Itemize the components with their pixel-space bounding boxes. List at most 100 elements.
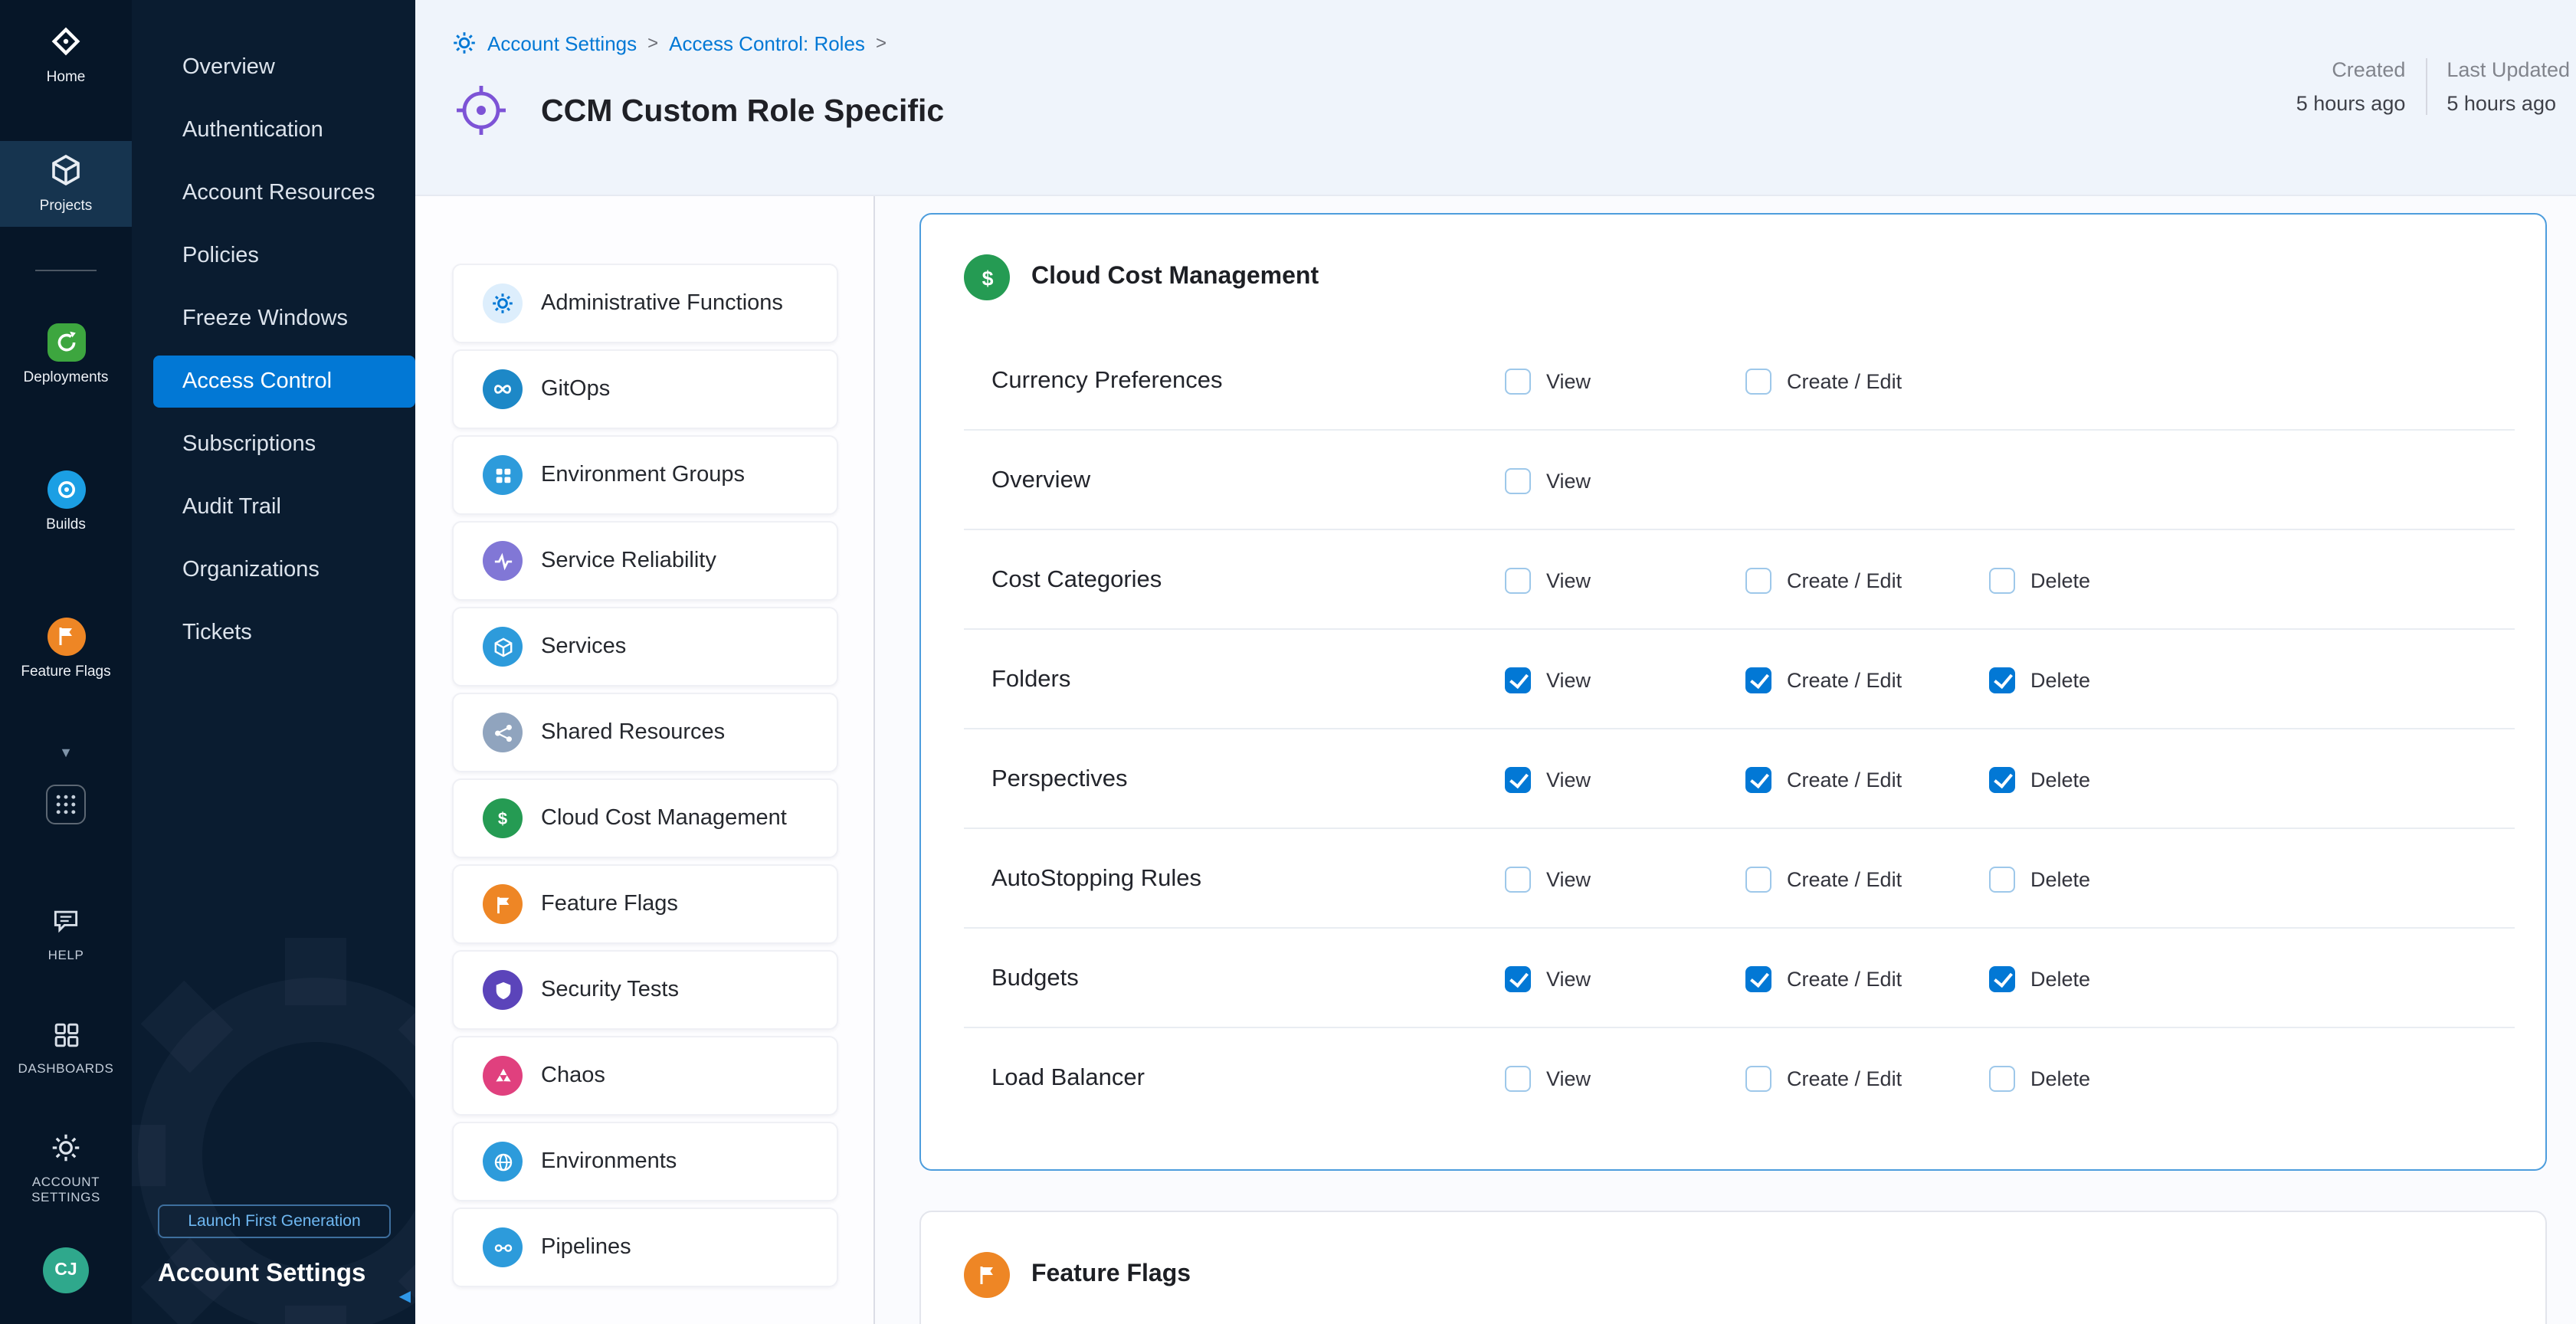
sidebar-item-policies[interactable]: Policies (132, 225, 415, 288)
delete-checkbox[interactable] (1989, 667, 2015, 693)
create-edit-checkbox[interactable] (1745, 866, 1771, 892)
module-feature-flags-label: Feature Flags (0, 664, 132, 680)
perm-label: View (1546, 768, 1591, 791)
create-edit-checkbox[interactable] (1745, 368, 1771, 394)
perm-delete: Delete (1989, 866, 2090, 892)
perm-view: View (1505, 866, 1591, 892)
account-settings-button[interactable]: ACCOUNT SETTINGS (0, 1119, 132, 1204)
perm-label: Delete (2030, 867, 2090, 890)
sidebar-item-overview[interactable]: Overview (132, 37, 415, 100)
module-feature-flags[interactable]: Feature Flags (0, 607, 132, 680)
sidebar-item-account-resources[interactable]: Account Resources (132, 162, 415, 225)
sidebar-item-organizations[interactable]: Organizations (132, 539, 415, 602)
breadcrumb-separator: > (647, 32, 658, 54)
breadcrumb-access-control-roles[interactable]: Access Control: Roles (669, 31, 865, 54)
create-edit-checkbox[interactable] (1745, 667, 1771, 693)
module-deployments[interactable]: Deployments (0, 313, 132, 386)
category-environments[interactable]: Environments (452, 1122, 838, 1201)
category-security-tests[interactable]: Security Tests (452, 950, 838, 1030)
launch-first-generation-button[interactable]: Launch First Generation (158, 1204, 391, 1238)
perm-delete: Delete (1989, 567, 2090, 593)
perm-label: Create / Edit (1787, 668, 1902, 691)
delete-checkbox[interactable] (1989, 1065, 2015, 1091)
dashboards-button[interactable]: DASHBOARDS (0, 1005, 132, 1076)
create-edit-checkbox[interactable] (1745, 1065, 1771, 1091)
resource-category-list: Administrative Functions GitOps Environm… (452, 264, 838, 1293)
module-builds[interactable]: Builds (0, 460, 132, 533)
perm-view: View (1505, 567, 1591, 593)
services-icon (483, 627, 523, 667)
sidebar-item-authentication[interactable]: Authentication (132, 100, 415, 162)
chevron-down-icon[interactable]: ▼ (0, 745, 132, 760)
help-chat-icon (0, 901, 132, 941)
create-edit-checkbox[interactable] (1745, 965, 1771, 991)
permission-row-cost-categories: Cost Categories View Create / Edit Delet… (921, 530, 2545, 630)
perm-delete: Delete (1989, 667, 2090, 693)
view-checkbox[interactable] (1505, 866, 1531, 892)
create-edit-checkbox[interactable] (1745, 567, 1771, 593)
view-checkbox[interactable] (1505, 1065, 1531, 1091)
module-projects-label: Projects (0, 198, 132, 215)
sidebar-item-access-control[interactable]: Access Control (153, 356, 415, 408)
breadcrumb-account-settings[interactable]: Account Settings (487, 31, 637, 54)
category-feature-flags[interactable]: Feature Flags (452, 864, 838, 944)
module-selector-grid-icon[interactable] (46, 785, 86, 824)
category-label: Chaos (541, 1063, 605, 1088)
perm-view: View (1505, 766, 1591, 792)
module-projects[interactable]: Projects (0, 141, 132, 227)
view-checkbox[interactable] (1505, 567, 1531, 593)
permission-row-folders: Folders View Create / Edit Delete (921, 630, 2545, 729)
perm-create-edit: Create / Edit (1745, 866, 1902, 892)
module-home-label: Home (0, 69, 132, 86)
ccm-panel-header: $ Cloud Cost Management (964, 254, 1319, 300)
delete-checkbox[interactable] (1989, 866, 2015, 892)
category-service-reliability[interactable]: Service Reliability (452, 521, 838, 601)
view-checkbox[interactable] (1505, 667, 1531, 693)
permission-rows: Currency Preferences View Create / Edit … (921, 331, 2545, 1128)
view-checkbox[interactable] (1505, 766, 1531, 792)
perm-create-edit: Create / Edit (1745, 965, 1902, 991)
help-button[interactable]: HELP (0, 892, 132, 962)
category-chaos[interactable]: Chaos (452, 1036, 838, 1116)
category-shared-resources[interactable]: Shared Resources (452, 693, 838, 772)
cloud-cost-management-panel-icon: $ (964, 254, 1010, 300)
perm-create-edit: Create / Edit (1745, 368, 1902, 394)
environment-groups-icon (483, 455, 523, 495)
category-label: Cloud Cost Management (541, 806, 787, 831)
user-avatar[interactable]: CJ (43, 1247, 89, 1293)
feature-flags-panel-header: Feature Flags (964, 1252, 1191, 1298)
module-home[interactable]: Home (0, 12, 132, 86)
cloud-cost-management-icon: $ (483, 798, 523, 838)
view-checkbox[interactable] (1505, 368, 1531, 394)
view-checkbox[interactable] (1505, 467, 1531, 493)
category-environment-groups[interactable]: Environment Groups (452, 435, 838, 515)
created-value: 5 hours ago (2296, 92, 2406, 115)
last-updated-value: 5 hours ago (2447, 92, 2570, 115)
category-administrative-functions[interactable]: Administrative Functions (452, 264, 838, 343)
category-pipelines[interactable]: Pipelines (452, 1208, 838, 1287)
delete-checkbox[interactable] (1989, 965, 2015, 991)
pipelines-icon (483, 1227, 523, 1267)
category-label: Environment Groups (541, 463, 745, 487)
feature-flags-icon (0, 616, 132, 656)
delete-checkbox[interactable] (1989, 567, 2015, 593)
create-edit-checkbox[interactable] (1745, 766, 1771, 792)
delete-checkbox[interactable] (1989, 766, 2015, 792)
sidebar-item-freeze-windows[interactable]: Freeze Windows (132, 288, 415, 351)
permission-row-label: AutoStopping Rules (991, 865, 1201, 893)
category-services[interactable]: Services (452, 607, 838, 687)
perm-create-edit: Create / Edit (1745, 567, 1902, 593)
permission-row-autostopping-rules: AutoStopping Rules View Create / Edit De… (921, 829, 2545, 929)
sidebar-item-audit-trail[interactable]: Audit Trail (132, 477, 415, 539)
sidebar-item-subscriptions[interactable]: Subscriptions (132, 414, 415, 477)
perm-delete: Delete (1989, 965, 2090, 991)
category-cloud-cost-management[interactable]: $ Cloud Cost Management (452, 778, 838, 858)
breadcrumb-separator: > (876, 32, 887, 54)
category-gitops[interactable]: GitOps (452, 349, 838, 429)
sidebar-collapse-button[interactable]: ◀ (399, 1289, 411, 1306)
settings-nav-list: Overview Authentication Account Resource… (132, 0, 415, 665)
view-checkbox[interactable] (1505, 965, 1531, 991)
security-tests-icon (483, 970, 523, 1010)
gear-icon (0, 1128, 132, 1168)
sidebar-item-tickets[interactable]: Tickets (132, 602, 415, 665)
